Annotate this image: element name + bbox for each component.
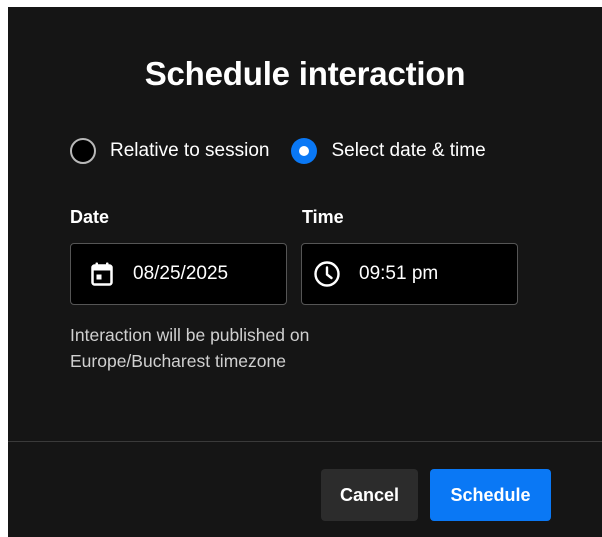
time-value: 09:51 pm: [359, 263, 439, 284]
date-input[interactable]: 08/25/2025: [70, 243, 287, 305]
time-input[interactable]: 09:51 pm: [301, 243, 518, 305]
radio-dot: [299, 146, 310, 156]
cancel-button[interactable]: Cancel: [321, 469, 418, 521]
time-label: Time: [302, 207, 344, 227]
radio-option-select-date-time[interactable]: Select date & time: [291, 138, 486, 164]
radio-label-relative-to-session: Relative to session: [110, 140, 270, 161]
schedule-dialog: Schedule interaction Relative to session…: [8, 7, 602, 537]
radio-option-relative-to-session[interactable]: Relative to session: [70, 138, 269, 164]
radio-label-select-date-time: Select date & time: [331, 140, 486, 161]
schedule-mode-radio-group: Relative to session Select date & time: [70, 138, 486, 164]
timezone-hint: Interaction will be published on Europe/…: [70, 325, 310, 371]
clock-icon[interactable]: [313, 260, 341, 288]
radio-button-checked[interactable]: [291, 138, 318, 164]
date-value: 08/25/2025: [133, 263, 229, 284]
calendar-icon[interactable]: [91, 262, 113, 286]
date-label: Date: [70, 207, 110, 227]
schedule-button[interactable]: Schedule: [430, 469, 551, 521]
dialog-title: Schedule interaction: [144, 55, 466, 92]
footer-divider: [8, 441, 602, 442]
radio-button-unchecked[interactable]: [70, 138, 96, 164]
